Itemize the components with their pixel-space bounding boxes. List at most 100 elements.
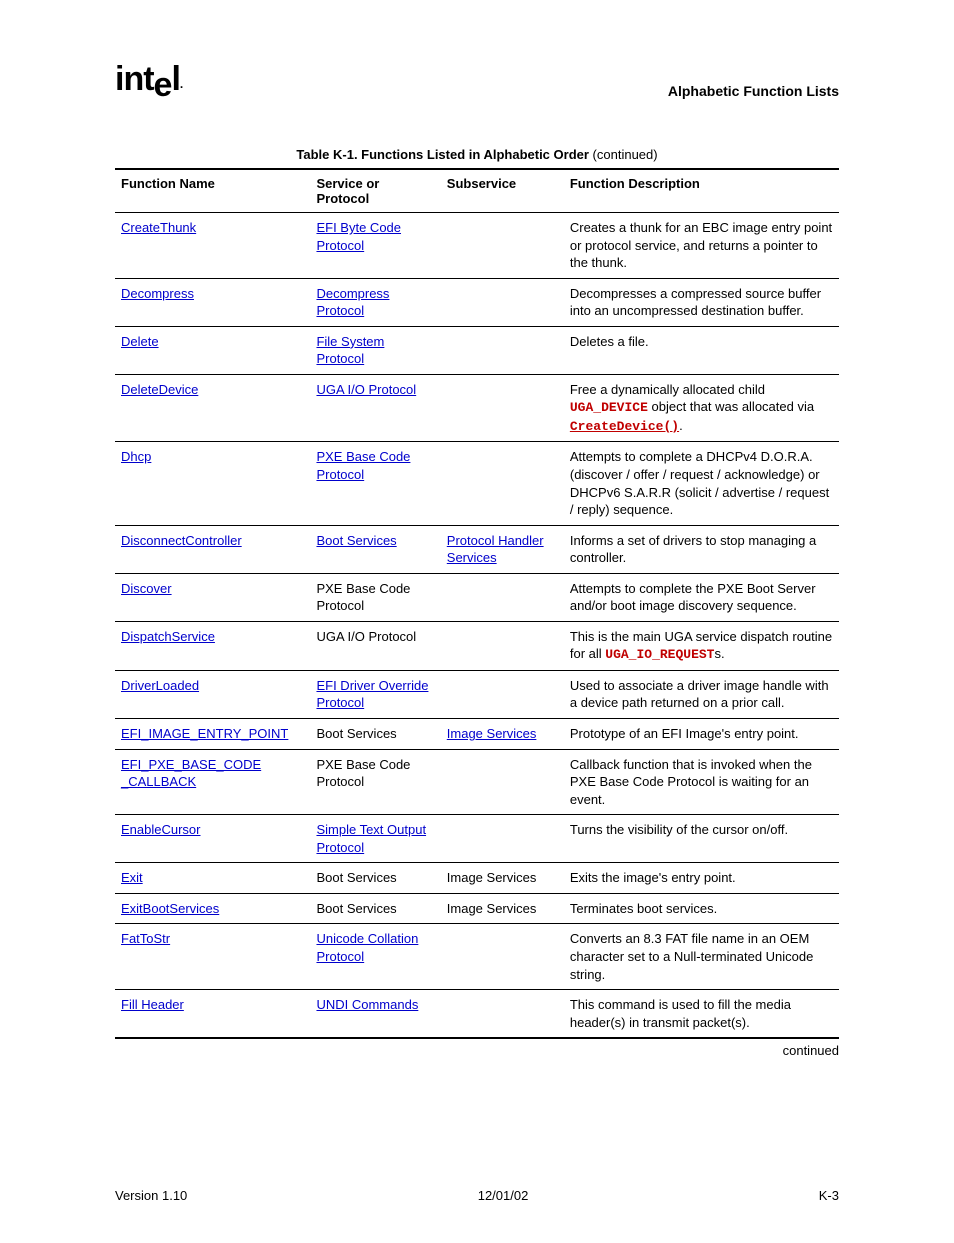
cell-subservice — [441, 621, 564, 670]
doc-link[interactable]: DispatchService — [121, 629, 215, 644]
cell-subservice — [441, 573, 564, 621]
doc-link[interactable]: Delete — [121, 334, 159, 349]
doc-link[interactable]: Simple Text Output Protocol — [316, 822, 426, 855]
cell-subservice — [441, 278, 564, 326]
cell-description: Terminates boot services. — [564, 893, 839, 924]
code-link[interactable]: CreateDevice() — [570, 419, 679, 434]
cell-function-name: EFI_IMAGE_ENTRY_POINT — [115, 719, 310, 750]
cell-description: Callback function that is invoked when t… — [564, 749, 839, 815]
code-text: UGA_IO_REQUEST — [605, 647, 714, 662]
cell-description: This command is used to fill the media h… — [564, 990, 839, 1039]
cell-service: Boot Services — [310, 863, 440, 894]
table-row: ExitBoot ServicesImage ServicesExits the… — [115, 863, 839, 894]
cell-service: EFI Driver Override Protocol — [310, 670, 440, 718]
static-text: UGA I/O Protocol — [316, 629, 416, 644]
cell-description: Deletes a file. — [564, 326, 839, 374]
doc-link[interactable]: EFI_IMAGE_ENTRY_POINT — [121, 726, 288, 741]
doc-link[interactable]: DriverLoaded — [121, 678, 199, 693]
table-row: CreateThunkEFI Byte Code ProtocolCreates… — [115, 213, 839, 279]
cell-function-name: FatToStr — [115, 924, 310, 990]
cell-service: UGA I/O Protocol — [310, 374, 440, 442]
cell-service: Decompress Protocol — [310, 278, 440, 326]
table-row: FatToStrUnicode Collation ProtocolConver… — [115, 924, 839, 990]
doc-link[interactable]: EFI Driver Override Protocol — [316, 678, 428, 711]
cell-description: Attempts to complete the PXE Boot Server… — [564, 573, 839, 621]
cell-service: EFI Byte Code Protocol — [310, 213, 440, 279]
cell-function-name: DriverLoaded — [115, 670, 310, 718]
doc-link[interactable]: CreateThunk — [121, 220, 196, 235]
cell-subservice: Image Services — [441, 863, 564, 894]
cell-subservice — [441, 990, 564, 1039]
cell-function-name: Discover — [115, 573, 310, 621]
cell-function-name: Delete — [115, 326, 310, 374]
doc-link[interactable]: File System Protocol — [316, 334, 384, 367]
cell-description: Prototype of an EFI Image's entry point. — [564, 719, 839, 750]
footer-version: Version 1.10 — [115, 1188, 187, 1203]
doc-link[interactable]: Protocol Handler Services — [447, 533, 544, 566]
doc-link[interactable]: FatToStr — [121, 931, 170, 946]
static-text: Boot Services — [316, 726, 396, 741]
cell-service: Boot Services — [310, 719, 440, 750]
cell-service: PXE Base Code Protocol — [310, 442, 440, 525]
cell-function-name: EFI_PXE_BASE_CODE _CALLBACK — [115, 749, 310, 815]
cell-service: Boot Services — [310, 893, 440, 924]
table-caption: Table K-1. Functions Listed in Alphabeti… — [115, 147, 839, 162]
function-table: Function Name Service or Protocol Subser… — [115, 168, 839, 1039]
doc-link[interactable]: Exit — [121, 870, 143, 885]
cell-subservice: Protocol Handler Services — [441, 525, 564, 573]
doc-link[interactable]: EnableCursor — [121, 822, 201, 837]
doc-link[interactable]: UGA I/O Protocol — [316, 382, 416, 397]
cell-subservice — [441, 374, 564, 442]
doc-link[interactable]: Image Services — [447, 726, 537, 741]
static-text: Image Services — [447, 870, 537, 885]
cell-service: Simple Text Output Protocol — [310, 815, 440, 863]
doc-link[interactable]: EFI_PXE_BASE_CODE _CALLBACK — [121, 757, 261, 790]
cell-subservice — [441, 815, 564, 863]
footer-page: K-3 — [819, 1188, 839, 1203]
code-text: UGA_DEVICE — [570, 400, 648, 415]
cell-function-name: Dhcp — [115, 442, 310, 525]
doc-link[interactable]: Fill Header — [121, 997, 184, 1012]
cell-description: Turns the visibility of the cursor on/of… — [564, 815, 839, 863]
doc-link[interactable]: Boot Services — [316, 533, 396, 548]
doc-link[interactable]: EFI Byte Code Protocol — [316, 220, 401, 253]
doc-link[interactable]: ExitBootServices — [121, 901, 219, 916]
table-row: DiscoverPXE Base Code ProtocolAttempts t… — [115, 573, 839, 621]
cell-service: File System Protocol — [310, 326, 440, 374]
cell-function-name: CreateThunk — [115, 213, 310, 279]
doc-link[interactable]: Decompress — [121, 286, 194, 301]
cell-subservice: Image Services — [441, 893, 564, 924]
intel-logo: intel. — [115, 60, 182, 99]
footer-date: 12/01/02 — [478, 1188, 529, 1203]
table-row: Fill Header UNDI Commands This command is … — [115, 990, 839, 1039]
doc-link[interactable]: DisconnectController — [121, 533, 242, 548]
doc-section-title: Alphabetic Function Lists — [668, 83, 839, 99]
cell-function-name: Exit — [115, 863, 310, 894]
cell-subservice: Image Services — [441, 719, 564, 750]
doc-link[interactable]: DeleteDevice — [121, 382, 198, 397]
col-service-protocol: Service or Protocol — [310, 169, 440, 213]
cell-subservice — [441, 442, 564, 525]
table-row: ExitBootServices Boot ServicesImage Servi… — [115, 893, 839, 924]
table-row: DecompressDecompress ProtocolDecompresse… — [115, 278, 839, 326]
col-description: Function Description — [564, 169, 839, 213]
doc-link[interactable]: PXE Base Code Protocol — [316, 449, 410, 482]
cell-service: UNDI Commands — [310, 990, 440, 1039]
col-function-name: Function Name — [115, 169, 310, 213]
cell-function-name: Decompress — [115, 278, 310, 326]
page-header: intel. Alphabetic Function Lists — [115, 60, 839, 99]
cell-subservice — [441, 924, 564, 990]
cell-function-name: DispatchService — [115, 621, 310, 670]
table-row: DhcpPXE Base Code ProtocolAttempts to co… — [115, 442, 839, 525]
table-row: DriverLoaded EFI Driver Override Protocol… — [115, 670, 839, 718]
cell-function-name: DeleteDevice — [115, 374, 310, 442]
doc-link[interactable]: Discover — [121, 581, 172, 596]
doc-link[interactable]: Unicode Collation Protocol — [316, 931, 418, 964]
doc-link[interactable]: UNDI Commands — [316, 997, 418, 1012]
doc-link[interactable]: Decompress Protocol — [316, 286, 389, 319]
doc-link[interactable]: Dhcp — [121, 449, 151, 464]
table-row: DeleteDeviceUGA I/O ProtocolFree a dynam… — [115, 374, 839, 442]
page-footer: Version 1.10 12/01/02 K-3 — [115, 1188, 839, 1203]
table-row: Delete File System Protocol Deletes a file… — [115, 326, 839, 374]
cell-service: UGA I/O Protocol — [310, 621, 440, 670]
